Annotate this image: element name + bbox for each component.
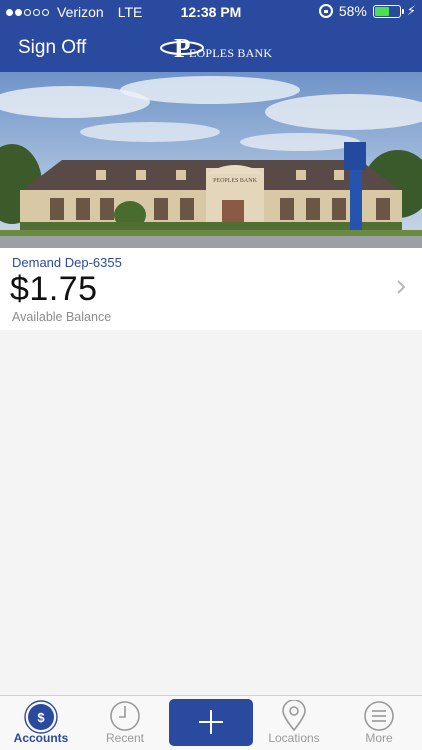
top-bar: Verizon LTE 12:38 PM 58% ⚡ Sign Off P EO… — [0, 0, 422, 72]
account-row[interactable]: Demand Dep-6355 $1.75 Available Balance — [0, 248, 422, 330]
svg-text:$: $ — [37, 710, 45, 725]
tab-recent[interactable]: Recent — [84, 696, 166, 750]
battery-icon — [372, 4, 404, 18]
recent-clock-icon — [110, 701, 140, 731]
rotation-lock-icon — [318, 4, 333, 18]
tab-locations-label: Locations — [268, 731, 320, 745]
peoples-bank-logo: P EOPLES BANK — [160, 32, 272, 64]
branch-photo: PEOPLES BANK — [0, 72, 422, 248]
charging-bolt-icon: ⚡ — [406, 3, 416, 18]
tab-recent-label: Recent — [105, 731, 145, 745]
accounts-dollar-icon: $ — [24, 700, 58, 734]
location-pin-icon — [282, 700, 306, 732]
status-bar: Verizon LTE 12:38 PM 58% ⚡ — [0, 0, 422, 24]
chevron-right-icon — [397, 280, 406, 294]
plus-icon — [199, 710, 223, 734]
sign-off-button[interactable]: Sign Off — [18, 37, 86, 59]
svg-text:PEOPLES BANK: PEOPLES BANK — [213, 178, 258, 184]
more-menu-icon — [364, 701, 394, 731]
tab-accounts[interactable]: $ Accounts — [0, 696, 82, 750]
logo-text: EOPLES BANK — [189, 46, 273, 60]
tab-more[interactable]: More — [338, 696, 420, 750]
battery-percent: 58% — [338, 3, 367, 19]
tab-more-label: More — [365, 731, 393, 745]
account-name: Demand Dep-6355 — [12, 255, 122, 270]
tab-locations[interactable]: Locations — [252, 696, 336, 750]
new-transaction-button[interactable] — [169, 699, 253, 746]
balance-label: Available Balance — [12, 310, 112, 324]
tab-accounts-label: Accounts — [13, 731, 69, 745]
account-balance: $1.75 — [10, 270, 98, 308]
